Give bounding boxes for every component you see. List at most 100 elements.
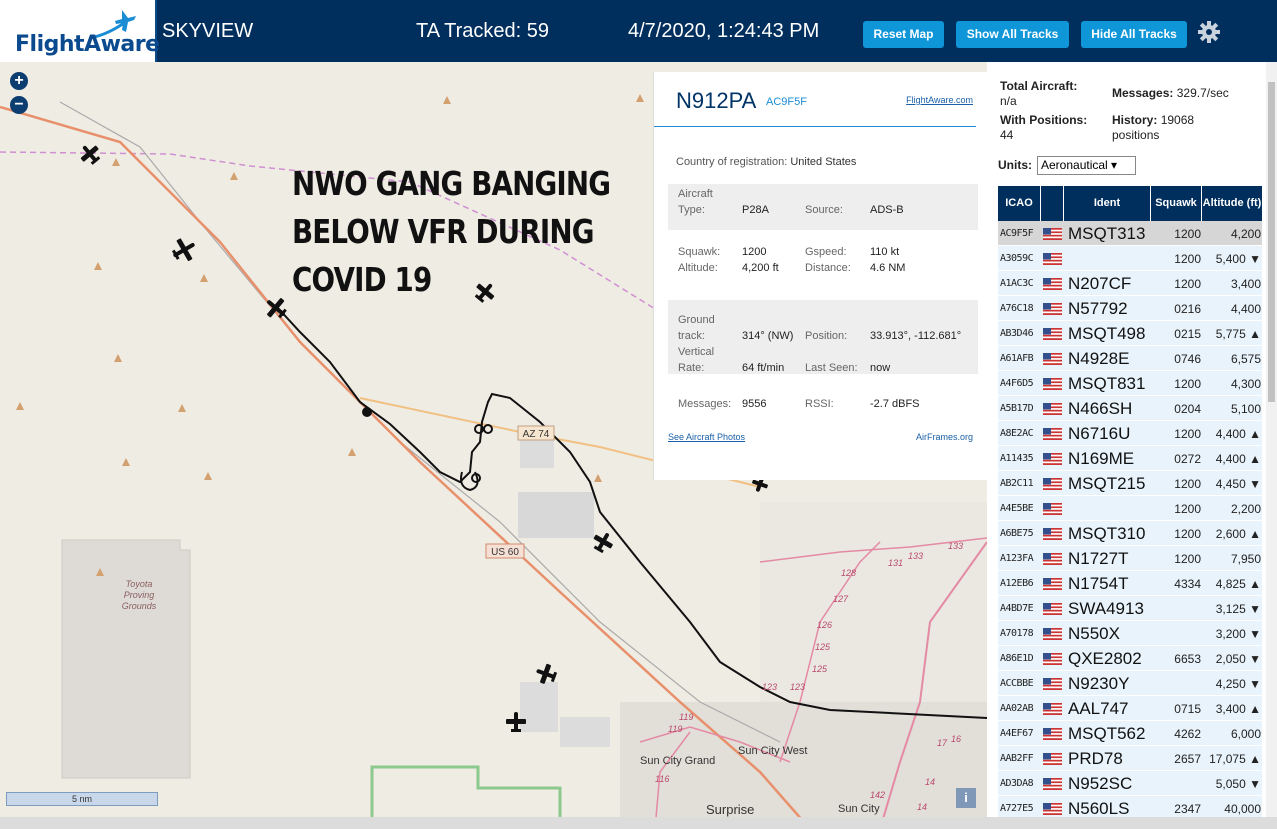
table-row[interactable]: A8E2AC N6716U 1200 4,400 ▲ xyxy=(998,421,1262,446)
country-label: Country of registration: xyxy=(676,156,788,168)
flightaware-logo[interactable]: FlightAware xyxy=(0,0,160,62)
hide-all-tracks-button[interactable]: Hide All Tracks xyxy=(1081,21,1187,48)
row-ident: MSQT831 xyxy=(1068,374,1146,393)
popup-divider xyxy=(654,126,976,127)
row-icao: A11435 xyxy=(1000,453,1034,464)
row-altitude: 4,300 xyxy=(1230,377,1261,391)
gspeed-label: Gspeed: xyxy=(805,246,847,258)
current-datetime: 4/7/2020, 1:24:43 PM xyxy=(628,20,820,42)
col-squawk[interactable]: Squawk xyxy=(1151,186,1201,221)
table-row[interactable]: AB2C11 MSQT215 1200 4,450 ▼ xyxy=(998,471,1262,496)
row-icao: AB2C11 xyxy=(1000,478,1034,489)
us-flag-icon xyxy=(1043,752,1062,765)
row-squawk: 0715 xyxy=(1174,702,1201,716)
row-squawk: 1200 xyxy=(1174,252,1201,266)
table-row[interactable]: A1AC3C N207CF 1200 3,400 xyxy=(998,271,1262,296)
route-number: 128 xyxy=(841,568,856,578)
row-squawk: 2657 xyxy=(1174,752,1201,766)
track-label-2: track: xyxy=(678,330,705,342)
table-row[interactable]: ACCBBE N9230Y 4,250 ▼ xyxy=(998,671,1262,696)
us-flag-icon xyxy=(1043,452,1062,465)
source-value: ADS-B xyxy=(870,204,904,216)
flightaware-link[interactable]: FlightAware.com xyxy=(906,95,973,105)
map-view[interactable]: AZ 74 US 60 Toyota Proving Grounds Sun C… xyxy=(0,62,987,829)
table-row[interactable]: A123FA N1727T 1200 7,950 xyxy=(998,546,1262,571)
messages-stat: Messages: 329.7/sec xyxy=(1112,86,1229,101)
aircraft-photos-link[interactable]: See Aircraft Photos xyxy=(668,432,745,442)
route-number: 133 xyxy=(908,551,923,561)
top-bar: FlightAware SKYVIEW TA Tracked: 59 4/7/2… xyxy=(0,0,1277,62)
row-ident: N57792 xyxy=(1068,299,1128,318)
row-altitude: 4,400 ▲ xyxy=(1215,452,1261,466)
vertical-scrollbar[interactable] xyxy=(1266,62,1277,829)
row-icao: A3059C xyxy=(1000,253,1034,264)
us60-label: US 60 xyxy=(491,547,519,558)
table-row[interactable]: A3059C 1200 5,400 ▼ xyxy=(998,246,1262,271)
row-ident: N1754T xyxy=(1068,574,1129,593)
table-row[interactable]: AC9F5F MSQT313 1200 4,200 xyxy=(998,221,1262,246)
row-altitude: 3,400 xyxy=(1230,277,1261,291)
us-flag-icon xyxy=(1043,427,1062,440)
position-value: 33.913°, -112.681° xyxy=(870,330,962,342)
logo-text: FlightAware xyxy=(15,32,160,57)
table-row[interactable]: A12EB6 N1754T 4334 4,825 ▲ xyxy=(998,571,1262,596)
aircraft-icon[interactable] xyxy=(76,140,104,168)
info-button[interactable]: i xyxy=(956,788,976,808)
units-select[interactable]: Aeronautical ▾ xyxy=(1037,156,1136,175)
popup-country: Country of registration: United States xyxy=(676,156,856,168)
us-flag-icon xyxy=(1043,327,1062,340)
table-row[interactable]: A4F6D5 MSQT831 1200 4,300 xyxy=(998,371,1262,396)
country-value: United States xyxy=(790,156,857,168)
table-row[interactable]: AAB2FF PRD78 2657 17,075 ▲ xyxy=(998,746,1262,771)
reset-map-button[interactable]: Reset Map xyxy=(863,21,944,48)
row-ident: N952SC xyxy=(1068,774,1133,793)
show-all-tracks-button[interactable]: Show All Tracks xyxy=(956,21,1069,48)
col-flag[interactable] xyxy=(1041,186,1063,221)
proving-grounds-area xyxy=(61,539,191,779)
aircraft-info-popup: N912PA AC9F5F FlightAware.com Country of… xyxy=(653,72,987,480)
table-row[interactable]: A70178 N550X 3,200 ▼ xyxy=(998,621,1262,646)
table-row[interactable]: A76C18 N57792 0216 4,400 xyxy=(998,296,1262,321)
route-number: 131 xyxy=(888,558,903,568)
us-flag-icon xyxy=(1043,352,1062,365)
table-row[interactable]: A4E5BE 1200 2,200 xyxy=(998,496,1262,521)
col-ident[interactable]: Ident xyxy=(1064,186,1150,221)
aircraft-type-value: P28A xyxy=(742,204,769,216)
row-ident: N207CF xyxy=(1068,274,1132,293)
table-row[interactable]: AD3DA8 N952SC 5,050 ▼ xyxy=(998,771,1262,796)
row-icao: A12EB6 xyxy=(1000,578,1034,589)
zoom-in-button[interactable]: + xyxy=(10,72,28,90)
popup-section-type: Aircraft Type: P28A Source: ADS-B xyxy=(668,184,978,230)
airframes-link[interactable]: AirFrames.org xyxy=(916,432,973,442)
route-number: 17 xyxy=(937,738,948,748)
overlay-line-2: BELOW VFR DURING xyxy=(292,212,594,251)
row-altitude: 4,250 ▼ xyxy=(1215,677,1261,691)
horizontal-scrollbar[interactable] xyxy=(0,817,1277,829)
row-squawk: 6653 xyxy=(1174,652,1201,666)
zoom-out-button[interactable]: − xyxy=(10,96,28,114)
sun-city-grand-label: Sun City Grand xyxy=(640,755,715,767)
altitude-label: Altitude: xyxy=(678,262,718,274)
table-row[interactable]: A4EF67 MSQT562 4262 6,000 xyxy=(998,721,1262,746)
urban-area xyxy=(760,502,987,702)
table-row[interactable]: A11435 N169ME 0272 4,400 ▲ xyxy=(998,446,1262,471)
table-row[interactable]: A4BD7E SWA4913 3,125 ▼ xyxy=(998,596,1262,621)
table-row[interactable]: A6BE75 MSQT310 1200 2,600 ▲ xyxy=(998,521,1262,546)
col-icao[interactable]: ICAO xyxy=(998,186,1040,221)
row-ident: N6716U xyxy=(1068,424,1131,443)
total-aircraft-stat: Total Aircraft: n/a xyxy=(1000,79,1077,109)
row-squawk: 0215 xyxy=(1174,327,1201,341)
col-altitude[interactable]: Altitude (ft) xyxy=(1202,186,1262,221)
aircraft-icon[interactable] xyxy=(168,234,201,267)
table-row[interactable]: A5B17D N466SH 0204 5,100 xyxy=(998,396,1262,421)
row-ident: MSQT498 xyxy=(1068,324,1146,343)
table-row[interactable]: A61AFB N4928E 0746 6,575 xyxy=(998,346,1262,371)
table-row[interactable]: AB3D46 MSQT498 0215 5,775 ▲ xyxy=(998,321,1262,346)
us-flag-icon xyxy=(1043,277,1062,290)
row-altitude: 3,200 ▼ xyxy=(1215,627,1261,641)
scroll-thumb[interactable] xyxy=(1268,82,1275,402)
messages-label: Messages: xyxy=(678,398,732,410)
table-row[interactable]: AA02AB AAL747 0715 3,400 ▲ xyxy=(998,696,1262,721)
gear-icon[interactable] xyxy=(1197,20,1221,44)
table-row[interactable]: A86E1D QXE2802 6653 2,050 ▼ xyxy=(998,646,1262,671)
